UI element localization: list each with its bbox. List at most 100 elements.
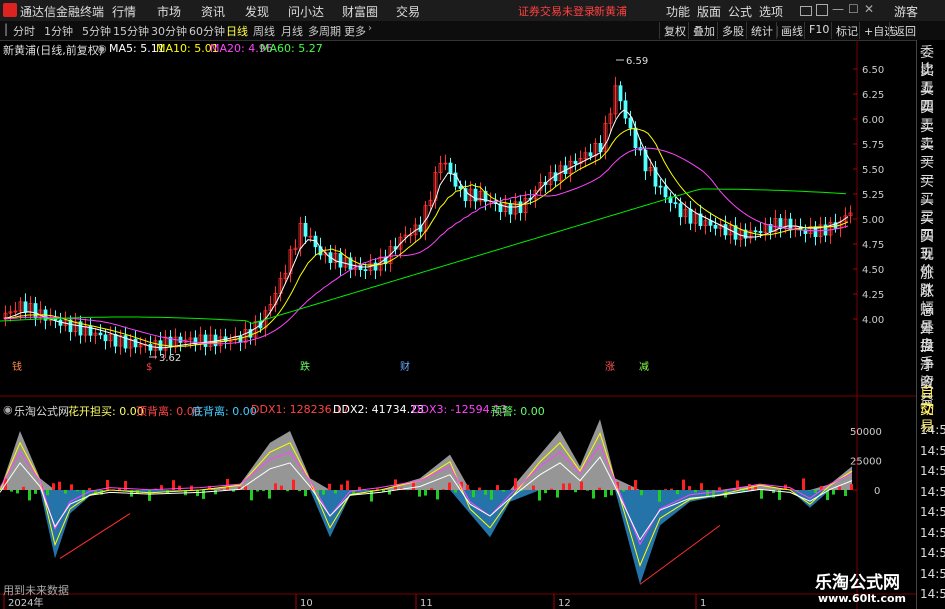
period-tab-daily[interactable]: 日线 bbox=[226, 23, 248, 39]
kline-chart-canvas[interactable]: 6.50 6.25 6.00 5.75 5.50 5.25 5.00 4.75 4.50 4.25… bbox=[0, 40, 916, 609]
multi-stock-button[interactable]: 多股 bbox=[717, 22, 748, 39]
period-tab-15min[interactable]: 15分钟 bbox=[113, 23, 149, 39]
candle-body bbox=[628, 117, 633, 129]
candle-body bbox=[688, 208, 693, 224]
menu-markets[interactable]: 市场 bbox=[157, 3, 181, 20]
ddx-bar bbox=[250, 490, 253, 501]
menu-news[interactable]: 资讯 bbox=[201, 3, 225, 20]
candle-body bbox=[113, 334, 118, 347]
menu-options[interactable]: 选项 bbox=[759, 3, 783, 20]
indicator-item-bottom: 底背离: 0.00 bbox=[192, 405, 257, 418]
ddx-bar bbox=[424, 490, 427, 496]
minimize-icon[interactable]: — bbox=[832, 2, 844, 16]
candle-body bbox=[33, 303, 38, 319]
ddx-bar bbox=[628, 486, 631, 490]
ddx-bar bbox=[418, 490, 421, 497]
menu-function[interactable]: 功能 bbox=[666, 3, 690, 20]
login-notice[interactable]: 证券交易未登录 bbox=[518, 3, 595, 19]
menu-trade[interactable]: 交易 bbox=[396, 3, 420, 20]
ddx-bar bbox=[568, 483, 571, 490]
candle-body bbox=[658, 185, 663, 188]
menu-market[interactable]: 行情 bbox=[112, 3, 136, 20]
low-price-label: 3.62 bbox=[159, 353, 181, 364]
indicator-settings-icon[interactable]: ◉ bbox=[3, 403, 13, 416]
ddx-bar bbox=[334, 490, 337, 494]
period-tab-60min[interactable]: 60分钟 bbox=[189, 23, 225, 39]
period-tab-multi[interactable]: 多周期 bbox=[308, 23, 341, 39]
ddx-bar bbox=[658, 490, 661, 502]
ddx-bar bbox=[340, 484, 343, 490]
ddx-bar bbox=[622, 490, 625, 492]
ddx-bar bbox=[532, 485, 535, 490]
draw-line-button[interactable]: 画线 bbox=[776, 22, 807, 39]
ddx-bar bbox=[430, 488, 433, 490]
event-marker: 钱 bbox=[12, 360, 22, 373]
candle-body bbox=[678, 203, 683, 218]
price-tick-label: 4.25 bbox=[862, 290, 884, 301]
statistics-button[interactable]: 统计 bbox=[746, 22, 777, 39]
menu-ask[interactable]: 问小达 bbox=[288, 3, 324, 20]
candle-body bbox=[303, 222, 308, 237]
ddx-bar bbox=[502, 490, 505, 492]
ma60-legend: MA60: 5.27 bbox=[260, 42, 323, 55]
candle-body bbox=[148, 343, 153, 351]
maximize-icon[interactable]: ☐ bbox=[848, 2, 859, 16]
restore-rights-button[interactable]: 复权 bbox=[659, 22, 690, 39]
period-tab-more[interactable]: 更多 bbox=[344, 23, 366, 39]
ddx-bar bbox=[688, 486, 691, 490]
legend-settings-icon[interactable]: ◉ bbox=[97, 42, 107, 55]
tick-time: 14:56 bbox=[920, 566, 945, 581]
ddx-bar bbox=[574, 490, 577, 493]
guest-user[interactable]: 游客 bbox=[894, 3, 918, 20]
ddx-bar bbox=[442, 489, 445, 490]
f10-button[interactable]: F10 bbox=[804, 22, 833, 39]
period-tab-5min[interactable]: 5分钟 bbox=[82, 23, 111, 39]
price-tick-label: 5.50 bbox=[862, 165, 884, 176]
tick-time: 14:56 bbox=[920, 423, 945, 437]
ddx-bar bbox=[670, 488, 673, 490]
x-axis-label: 10 bbox=[300, 598, 313, 609]
ddx-bar bbox=[286, 490, 289, 492]
indicator-tick-label: 0 bbox=[874, 486, 880, 497]
more-chevron-icon[interactable]: › bbox=[368, 23, 372, 34]
candle-body bbox=[663, 186, 668, 198]
back-button[interactable]: 返回 bbox=[889, 22, 920, 39]
ddx-bar bbox=[16, 490, 19, 494]
ddx-bar bbox=[28, 490, 31, 501]
overlay-button[interactable]: 叠加 bbox=[688, 22, 719, 39]
ddx-negative-area bbox=[0, 490, 852, 585]
chart-title: 新黄浦(日线,前复权) bbox=[3, 44, 104, 57]
price-tick-label: 5.75 bbox=[862, 140, 884, 151]
ddx-bar bbox=[34, 490, 37, 494]
skin-icon[interactable] bbox=[800, 6, 812, 16]
ddx-bar bbox=[292, 479, 295, 490]
menu-wealth[interactable]: 财富圈 bbox=[342, 3, 378, 20]
menu-discover[interactable]: 发现 bbox=[245, 3, 269, 20]
site-watermark-url: www.60lt.com bbox=[818, 592, 907, 605]
ddx-bar bbox=[676, 490, 679, 495]
tick-time: 14:56 bbox=[920, 546, 945, 560]
mark-button[interactable]: 标记 bbox=[831, 22, 862, 39]
ddx-bar bbox=[454, 490, 457, 493]
indicator-item-alert: 预警: 0.00 bbox=[491, 405, 545, 418]
indicator-item-buy: 花开担买: 0.00 bbox=[68, 405, 144, 418]
period-tab-1min[interactable]: 1分钟 bbox=[44, 23, 73, 39]
ddx-bar bbox=[328, 483, 331, 490]
close-icon[interactable]: ✕ bbox=[864, 2, 874, 16]
ddx-bar bbox=[604, 490, 607, 498]
menu-formula[interactable]: 公式 bbox=[728, 3, 752, 20]
period-tab-timeshare[interactable]: 分时 bbox=[13, 23, 35, 39]
period-tab-weekly[interactable]: 周线 bbox=[253, 23, 275, 39]
period-tab-30min[interactable]: 30分钟 bbox=[151, 23, 187, 39]
ddx-bar bbox=[148, 490, 151, 501]
ddx-bar bbox=[802, 478, 805, 490]
help-icon[interactable] bbox=[816, 4, 828, 16]
menu-layout[interactable]: 版面 bbox=[697, 3, 721, 20]
x-axis-label: 11 bbox=[420, 598, 433, 609]
candle-body bbox=[788, 218, 793, 231]
ddx-bar bbox=[76, 490, 79, 492]
period-tab-monthly[interactable]: 月线 bbox=[281, 23, 303, 39]
ddx-bar bbox=[472, 490, 475, 498]
ddx-bar bbox=[70, 484, 73, 490]
collapse-icon[interactable]: | bbox=[4, 22, 8, 36]
